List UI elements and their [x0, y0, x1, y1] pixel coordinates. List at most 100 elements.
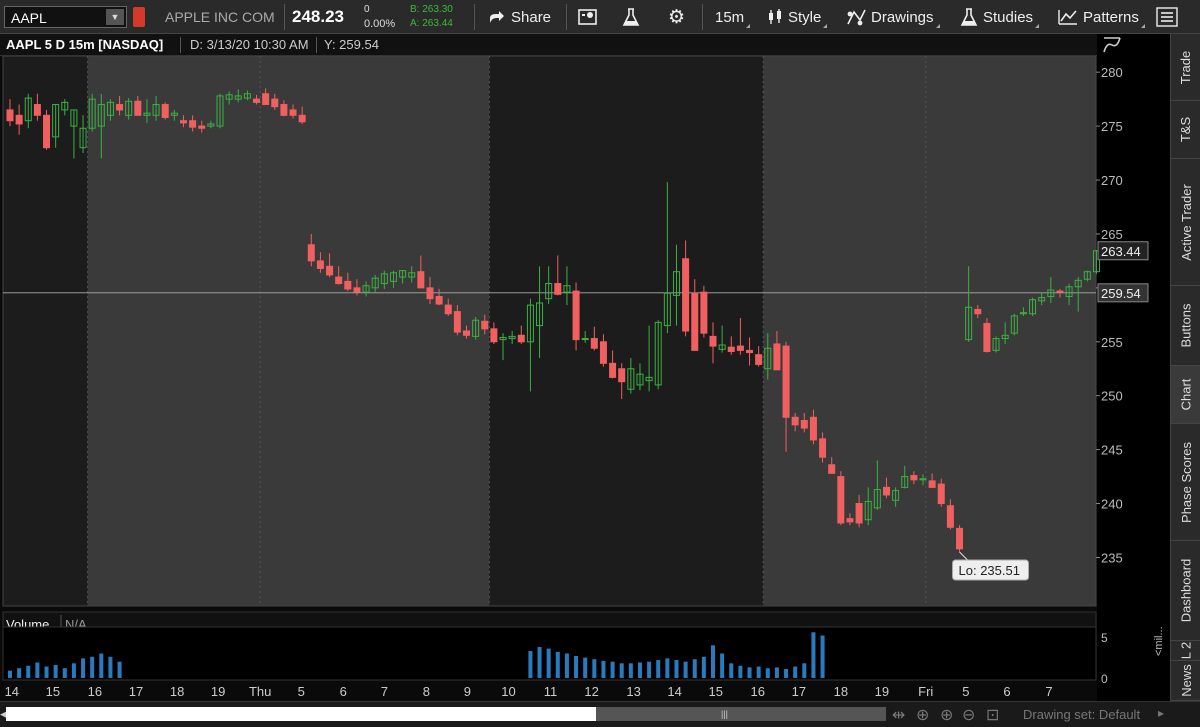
x-tick-label: 17 [129, 684, 143, 699]
tab-buttons[interactable]: Buttons [1171, 286, 1200, 366]
symbol-dropdown-icon[interactable]: ▼ [106, 9, 124, 25]
flex-grid-button[interactable] [578, 0, 598, 34]
drawings-icon [847, 9, 866, 26]
chart-menu-button[interactable] [1156, 0, 1178, 34]
volume-bar [555, 651, 560, 678]
drawing-set-dropdown-icon[interactable]: ▸ [1158, 706, 1164, 720]
volume-bar [729, 663, 734, 678]
toolbar-divider [566, 4, 567, 30]
zoom-in-icon[interactable]: ⊕ [940, 705, 953, 725]
caret-icon [1140, 24, 1145, 28]
settings-button[interactable]: ⚙ [668, 0, 685, 34]
tab-active-trader[interactable]: Active Trader [1171, 159, 1200, 286]
candle-body [983, 322, 991, 352]
x-tick-label: 14 [5, 684, 19, 699]
candle-body [727, 346, 735, 352]
symbol-value: AAPL [11, 10, 47, 26]
volume-bar [656, 660, 661, 678]
chart-title[interactable]: AAPL 5 D 15m [NASDAQ] [6, 37, 163, 52]
tab-l2-label: L 2 [1178, 641, 1194, 660]
volume-bar [35, 662, 40, 678]
candle-body [928, 480, 936, 488]
caret-icon [823, 24, 828, 28]
y-tick-label: 235 [1101, 550, 1123, 565]
tab-news[interactable]: News [1171, 661, 1200, 701]
patterns-icon [1058, 10, 1077, 25]
volume-bar [765, 668, 770, 678]
header-divider [316, 37, 317, 53]
volume-bar [62, 668, 67, 678]
candle-body [974, 308, 982, 315]
candle-body [253, 98, 261, 103]
y-tick-label: 250 [1101, 389, 1123, 404]
tab-level-2[interactable]: L 2 [1171, 641, 1200, 661]
x-tick-label: 9 [464, 684, 471, 699]
flask-icon [960, 8, 978, 26]
candle-body [463, 330, 470, 336]
crosshair-icon[interactable]: ⊕ [916, 705, 929, 725]
tab-phase-scores[interactable]: Phase Scores [1171, 424, 1200, 541]
candle-body [956, 527, 964, 550]
candle-body [554, 283, 562, 295]
tab-dashboard[interactable]: Dashboard [1171, 541, 1200, 641]
expand-horizontal-icon[interactable]: ⇹ [892, 705, 905, 725]
volume-bar [99, 653, 104, 678]
studies-button[interactable]: Studies [960, 0, 1040, 34]
lab-button[interactable] [622, 0, 640, 34]
volume-bar [528, 651, 533, 678]
candle-body [746, 349, 754, 354]
company-name: APPLE INC COM [165, 9, 275, 25]
symbol-input[interactable]: AAPL ▼ [4, 6, 127, 28]
candle-body [262, 93, 270, 106]
bid-price: B: 263.30 [410, 4, 453, 15]
volume-bar [720, 653, 725, 678]
symbol-link-tag[interactable] [133, 7, 145, 27]
price-chart[interactable]: 280275270265260255250245240235263.44259.… [0, 56, 1170, 701]
tab-trade-label: Trade [1178, 50, 1194, 84]
x-tick-label: 14 [667, 684, 681, 699]
x-tick-label: 7 [1045, 684, 1052, 699]
candle-body [609, 362, 617, 378]
x-tick-label: Fri [918, 684, 933, 699]
share-icon [490, 11, 504, 23]
y-tick-label: 275 [1101, 119, 1123, 134]
volume-bar [53, 664, 58, 678]
volume-bar [628, 663, 633, 678]
drawings-button[interactable]: Drawings [846, 0, 940, 34]
candle-body [517, 334, 525, 343]
share-label: Share [511, 8, 552, 26]
candle-body [618, 368, 626, 383]
scroll-thumb[interactable] [596, 707, 886, 721]
volume-bar [574, 655, 579, 678]
zoom-box-icon[interactable]: ⊡ [986, 705, 999, 725]
tab-times-and-sales[interactable]: T&S [1171, 101, 1200, 159]
interval-button[interactable]: 15m [715, 0, 751, 34]
low-label: Lo: 235.51 [959, 563, 1020, 578]
style-button[interactable]: Style [767, 0, 828, 34]
candle-body [490, 328, 498, 343]
toolbar-divider [474, 4, 475, 30]
volume-bar [90, 656, 95, 678]
candle-body [6, 109, 14, 122]
caret-icon [935, 24, 940, 28]
volume-bar [820, 635, 825, 678]
zoom-out-icon[interactable]: ⊖ [962, 705, 975, 725]
session-band [763, 56, 1096, 606]
drawing-set-label[interactable]: Drawing set: Default [1023, 707, 1140, 722]
candle-body [344, 280, 352, 290]
candle-body [572, 290, 580, 341]
x-tick-label: 19 [875, 684, 889, 699]
candle-body [946, 505, 954, 528]
patterns-button[interactable]: Patterns [1058, 0, 1145, 34]
candle-body [709, 335, 717, 347]
drawing-cursor-icon[interactable] [1100, 34, 1124, 56]
right-sidebar: Trade T&S Active Trader Buttons Chart Ph… [1170, 34, 1200, 701]
tab-trade[interactable]: Trade [1171, 34, 1200, 101]
bottom-scroll-bar: ◀ ||| ⇹ ⊕ ⊕ ⊖ ⊡ Drawing set: Default ▸ [0, 701, 1200, 727]
volume-bar [802, 663, 807, 678]
tab-chart[interactable]: Chart [1171, 366, 1200, 424]
main-toolbar: AAPL ▼ APPLE INC COM 248.23 0 0.00% B: 2… [0, 0, 1200, 34]
candle-body [782, 345, 790, 418]
share-button[interactable]: Share [488, 0, 551, 34]
tab-buttons-label: Buttons [1178, 303, 1194, 348]
